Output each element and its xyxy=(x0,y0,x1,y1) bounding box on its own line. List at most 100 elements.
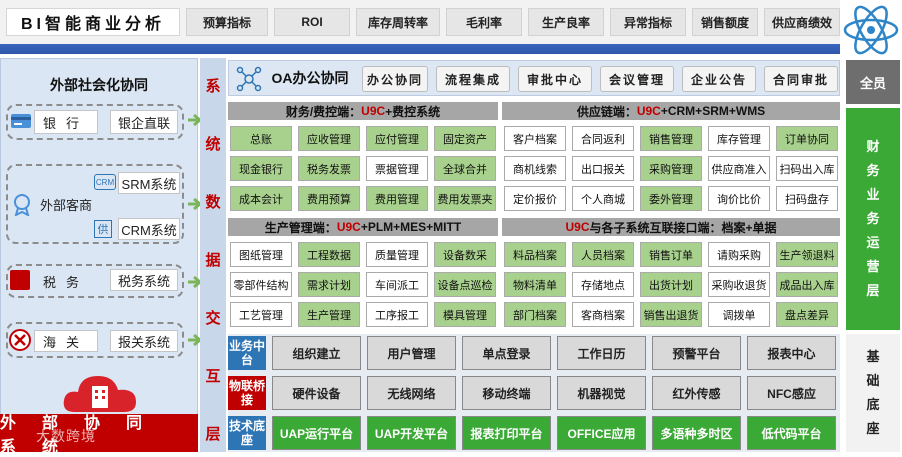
supply-cell[interactable]: 采购管理 xyxy=(640,156,702,181)
production-cell[interactable]: 图纸管理 xyxy=(230,242,292,267)
platform-item[interactable]: 工作日历 xyxy=(557,336,646,370)
srm-system-box[interactable]: SRM系统 xyxy=(118,172,180,194)
platform-item[interactable]: 多语种多时区 xyxy=(652,416,741,450)
oa-approval-center[interactable]: 审批中心 xyxy=(518,66,592,92)
kpi-budget[interactable]: 预算指标 xyxy=(186,8,268,36)
supply-cell[interactable]: 合同返利 xyxy=(572,126,634,151)
oa-announcement[interactable]: 企业公告 xyxy=(682,66,756,92)
vertical-char: 座 xyxy=(866,421,880,436)
kpi-yield[interactable]: 生产良率 xyxy=(528,8,604,36)
kpi-supplier[interactable]: 供应商绩效 xyxy=(764,8,840,36)
supply-cell[interactable]: 扫码盘存 xyxy=(776,186,838,211)
interface-cell[interactable]: 部门档案 xyxy=(504,302,566,327)
platform-item[interactable]: 报表中心 xyxy=(747,336,836,370)
supply-cell[interactable]: 询价比价 xyxy=(708,186,770,211)
finance-cell[interactable]: 现金银行 xyxy=(230,156,292,181)
kpi-abnormal[interactable]: 异常指标 xyxy=(610,8,686,36)
platform-item[interactable]: 低代码平台 xyxy=(747,416,836,450)
production-cell[interactable]: 需求计划 xyxy=(298,272,360,297)
kpi-sales[interactable]: 销售额度 xyxy=(692,8,758,36)
supply-cell[interactable]: 商机线索 xyxy=(504,156,566,181)
production-cell[interactable]: 模具管理 xyxy=(434,302,496,327)
platform-item[interactable]: 移动终端 xyxy=(462,376,551,410)
supply-cell[interactable]: 供应商准入 xyxy=(708,156,770,181)
platform-item[interactable]: NFC感应 xyxy=(747,376,836,410)
platform-item[interactable]: 机器视觉 xyxy=(557,376,646,410)
production-cell[interactable]: 工序报工 xyxy=(366,302,428,327)
crm-system-box[interactable]: CRM系统 xyxy=(118,218,180,240)
interface-cell[interactable]: 采购收退货 xyxy=(708,272,770,297)
finance-cell[interactable]: 税务发票 xyxy=(298,156,360,181)
interface-cell[interactable]: 销售订单 xyxy=(640,242,702,267)
finance-cell[interactable]: 费用管理 xyxy=(366,186,428,211)
supply-cell[interactable]: 扫码出入库 xyxy=(776,156,838,181)
oa-meeting-mgmt[interactable]: 会议管理 xyxy=(600,66,674,92)
platform-item[interactable]: 报表打印平台 xyxy=(462,416,551,450)
interface-cell[interactable]: 请购采购 xyxy=(708,242,770,267)
interface-cell[interactable]: 物料清单 xyxy=(504,272,566,297)
finance-cell[interactable]: 票据管理 xyxy=(366,156,428,181)
production-cell[interactable]: 设备数采 xyxy=(434,242,496,267)
production-cell[interactable]: 工程数据 xyxy=(298,242,360,267)
finance-cell[interactable]: 成本会计 xyxy=(230,186,292,211)
finance-cell[interactable]: 应收管理 xyxy=(298,126,360,151)
finance-cell[interactable]: 总账 xyxy=(230,126,292,151)
finance-cell[interactable]: 全球合并 xyxy=(434,156,496,181)
tax-system-box[interactable]: 税务系统 xyxy=(110,269,178,291)
supply-header-post: +CRM+SRM+WMS xyxy=(660,104,766,118)
kpi-inventory-turnover[interactable]: 库存周转率 xyxy=(356,8,440,36)
bi-title: BI智能商业分析 xyxy=(6,8,180,36)
platform-item[interactable]: UAP运行平台 xyxy=(272,416,361,450)
vertical-char: 础 xyxy=(866,373,880,388)
platform-item[interactable]: 无线网络 xyxy=(367,376,456,410)
platform-item[interactable]: 硬件设备 xyxy=(272,376,361,410)
production-cell[interactable]: 工艺管理 xyxy=(230,302,292,327)
platform-item[interactable]: 单点登录 xyxy=(462,336,551,370)
supply-cell[interactable]: 定价报价 xyxy=(504,186,566,211)
bank-direct-box[interactable]: 银企直联 xyxy=(110,110,178,134)
supply-cell[interactable]: 委外管理 xyxy=(640,186,702,211)
customs-system-box[interactable]: 报关系统 xyxy=(110,330,178,352)
interface-cell[interactable]: 生产领退料 xyxy=(776,242,838,267)
production-cell[interactable]: 零部件结构 xyxy=(230,272,292,297)
supply-cell[interactable]: 订单协同 xyxy=(776,126,838,151)
platform-item[interactable]: 组织建立 xyxy=(272,336,361,370)
interface-cell[interactable]: 客商档案 xyxy=(572,302,634,327)
oa-office-collab[interactable]: 办公协同 xyxy=(362,66,428,92)
interface-cell[interactable]: 成品出入库 xyxy=(776,272,838,297)
interface-cell[interactable]: 盘点差异 xyxy=(776,302,838,327)
finance-cell[interactable]: 费用发票夹 xyxy=(434,186,496,211)
finance-cell[interactable]: 费用预算 xyxy=(298,186,360,211)
production-cell[interactable]: 设备点巡检 xyxy=(434,272,496,297)
production-cell[interactable]: 质量管理 xyxy=(366,242,428,267)
kpi-gross-margin[interactable]: 毛利率 xyxy=(446,8,522,36)
platform-item[interactable]: 红外传感 xyxy=(652,376,741,410)
supply-cell[interactable]: 客户档案 xyxy=(504,126,566,151)
interface-cell[interactable]: 存储地点 xyxy=(572,272,634,297)
production-cell[interactable]: 生产管理 xyxy=(298,302,360,327)
finance-cell[interactable]: 应付管理 xyxy=(366,126,428,151)
platform-item[interactable]: 用户管理 xyxy=(367,336,456,370)
supply-cell[interactable]: 个人商城 xyxy=(572,186,634,211)
interface-cell[interactable]: 出货计划 xyxy=(640,272,702,297)
kpi-roi[interactable]: ROI xyxy=(274,8,350,36)
platform-item[interactable]: UAP开发平台 xyxy=(367,416,456,450)
all-staff-label: 全员 xyxy=(859,75,886,91)
supply-cell[interactable]: 销售管理 xyxy=(640,126,702,151)
platform-item[interactable]: OFFICE应用 xyxy=(557,416,646,450)
supply-cell[interactable]: 出口报关 xyxy=(572,156,634,181)
interface-cell[interactable]: 人员档案 xyxy=(572,242,634,267)
finance-cell[interactable]: 固定资产 xyxy=(434,126,496,151)
vertical-char: 互 xyxy=(205,367,221,385)
platform-item[interactable]: 预警平台 xyxy=(652,336,741,370)
network-icon xyxy=(236,66,262,92)
supply-cell[interactable]: 库存管理 xyxy=(708,126,770,151)
vertical-char: 财 xyxy=(866,139,880,154)
oa-process-integration[interactable]: 流程集成 xyxy=(436,66,510,92)
supply-icon: 供 xyxy=(94,220,112,238)
interface-cell[interactable]: 销售出退货 xyxy=(640,302,702,327)
production-cell[interactable]: 车间派工 xyxy=(366,272,428,297)
interface-cell[interactable]: 调拨单 xyxy=(708,302,770,327)
oa-contract-approval[interactable]: 合同审批 xyxy=(764,66,838,92)
interface-cell[interactable]: 料品档案 xyxy=(504,242,566,267)
